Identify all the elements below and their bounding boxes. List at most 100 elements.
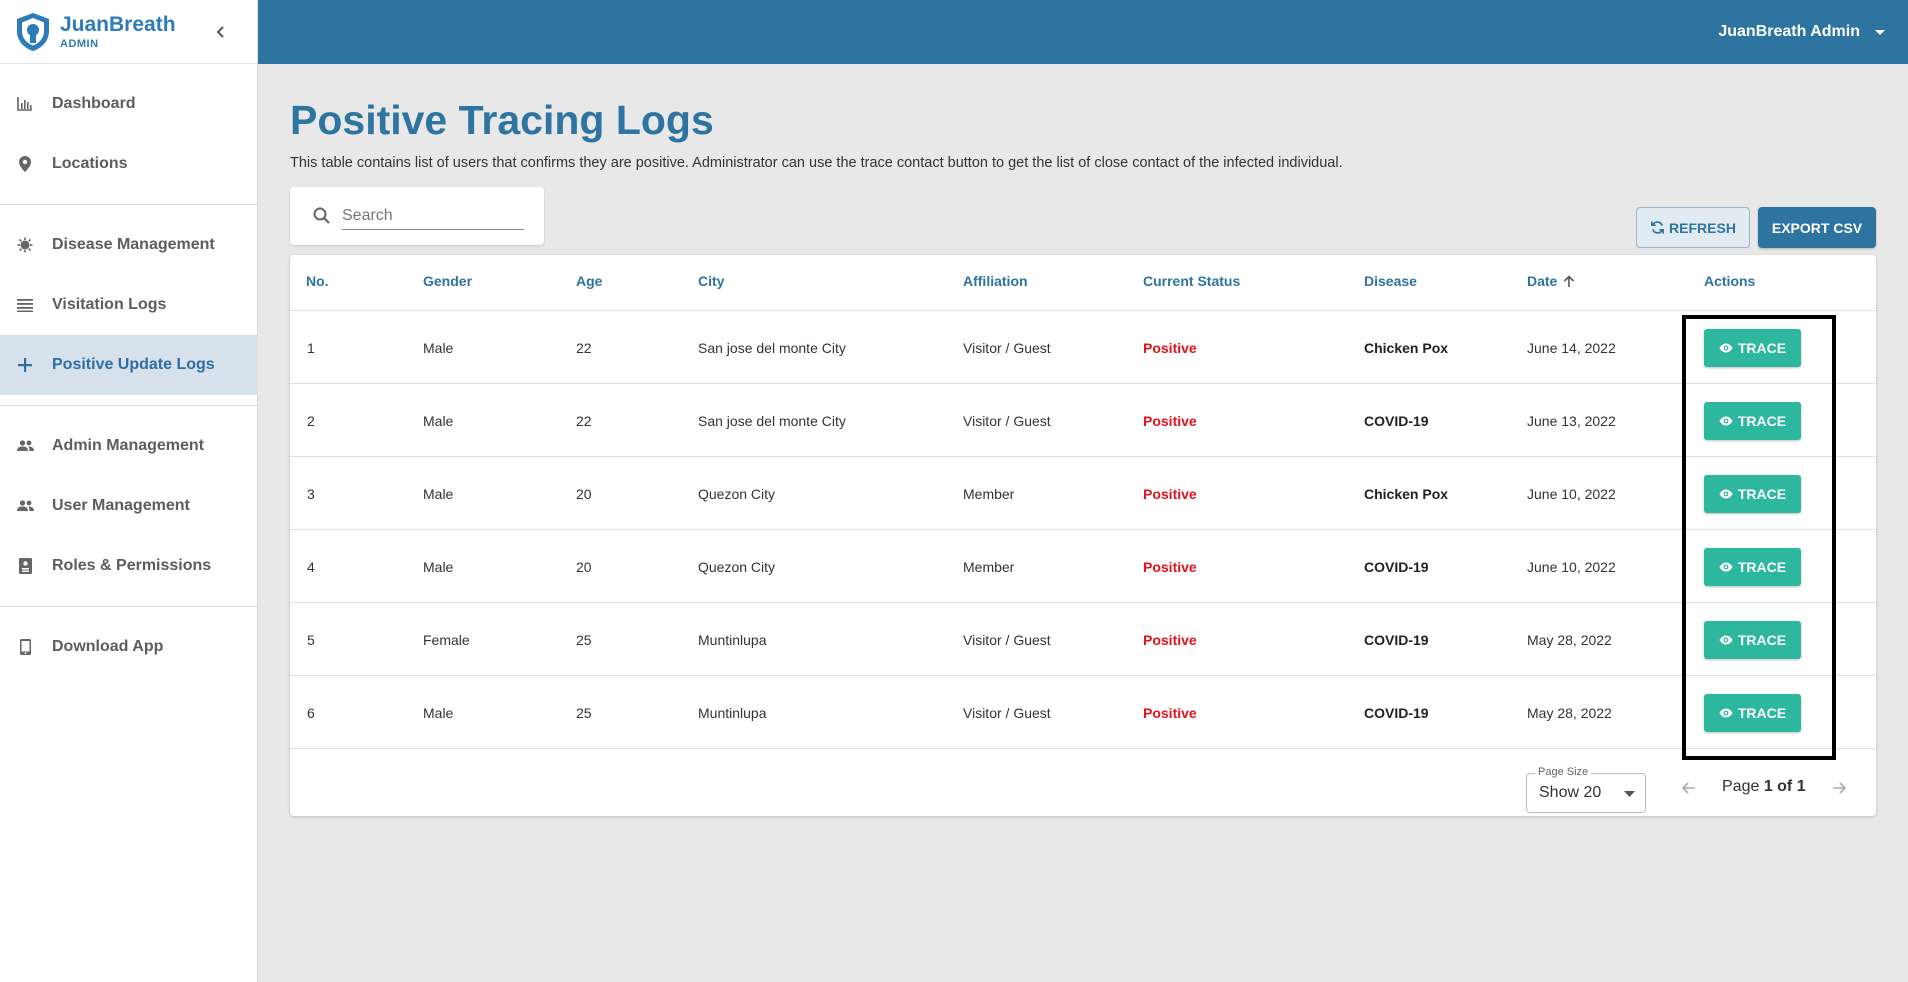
caret-down-icon bbox=[1624, 791, 1635, 797]
column-header-affiliation[interactable]: Affiliation bbox=[963, 273, 1028, 289]
cell-date: May 28, 2022 bbox=[1527, 631, 1612, 648]
brand-name: JuanBreath bbox=[60, 12, 176, 36]
cell-city: Muntinlupa bbox=[698, 631, 767, 648]
cell-date: June 14, 2022 bbox=[1527, 339, 1616, 356]
cell-date: June 10, 2022 bbox=[1527, 485, 1616, 502]
sidebar-item-visitation-logs[interactable]: Visitation Logs bbox=[0, 275, 257, 335]
sidebar-item-locations[interactable]: Locations bbox=[0, 134, 257, 194]
trace-button[interactable]: TRACE bbox=[1704, 693, 1801, 732]
cell-gender: Male bbox=[423, 704, 454, 721]
trace-button[interactable]: TRACE bbox=[1704, 620, 1801, 659]
eye-icon bbox=[1719, 635, 1733, 644]
column-header-disease[interactable]: Disease bbox=[1364, 273, 1417, 289]
table-header: No. Gender Age City Affiliation Current … bbox=[290, 255, 1876, 311]
search-box bbox=[290, 187, 544, 245]
arrow-left-icon[interactable] bbox=[1682, 782, 1696, 794]
cell-actions: TRACE bbox=[1704, 530, 1801, 603]
sidebar-item-label: Dashboard bbox=[52, 95, 136, 112]
cell-disease: COVID-19 bbox=[1364, 558, 1429, 575]
badge-icon bbox=[16, 557, 34, 575]
trace-button[interactable]: TRACE bbox=[1704, 328, 1801, 367]
column-header-current-status[interactable]: Current Status bbox=[1143, 273, 1240, 289]
cell-actions: TRACE bbox=[1704, 311, 1801, 384]
people-icon bbox=[16, 497, 34, 515]
positive-logs-table: No. Gender Age City Affiliation Current … bbox=[290, 255, 1876, 816]
table-row: 4 Male 20 Quezon City Member Positive COVID-19… bbox=[290, 530, 1876, 603]
chevron-left-icon bbox=[216, 26, 224, 38]
refresh-label: REFRESH bbox=[1669, 219, 1736, 236]
trace-label: TRACE bbox=[1737, 485, 1787, 502]
column-header-age[interactable]: Age bbox=[576, 273, 602, 289]
phone-icon bbox=[16, 638, 34, 656]
cell-status: Positive bbox=[1143, 412, 1197, 429]
collapse-sidebar-button[interactable] bbox=[209, 20, 233, 44]
sidebar: JuanBreath ADMIN Dashboard Locations Dis… bbox=[0, 0, 258, 982]
cell-status: Positive bbox=[1143, 631, 1197, 648]
cell-no: 4 bbox=[307, 558, 315, 575]
cell-no: 2 bbox=[307, 412, 315, 429]
trace-label: TRACE bbox=[1737, 339, 1787, 356]
admin-account-menu[interactable]: JuanBreath Admin bbox=[1718, 0, 1886, 64]
trace-label: TRACE bbox=[1737, 412, 1787, 429]
cell-city: San jose del monte City bbox=[698, 339, 846, 356]
cell-date: June 10, 2022 bbox=[1527, 558, 1616, 575]
main-content: Positive Tracing Logs This table contain… bbox=[290, 64, 1876, 816]
cell-no: 3 bbox=[307, 485, 315, 502]
sidebar-item-admin-management[interactable]: Admin Management bbox=[0, 416, 257, 476]
cell-status: Positive bbox=[1143, 558, 1197, 575]
sidebar-item-label: Admin Management bbox=[52, 437, 205, 454]
sidebar-item-label: Disease Management bbox=[52, 236, 215, 253]
search-input[interactable] bbox=[342, 202, 524, 230]
export-csv-button[interactable]: EXPORT CSV bbox=[1758, 207, 1876, 248]
sort-ascending-icon bbox=[1564, 274, 1575, 287]
cell-gender: Female bbox=[423, 631, 470, 648]
eye-icon bbox=[1719, 416, 1733, 425]
nav-group-logs: Disease Management Visitation Logs Posit… bbox=[0, 205, 257, 406]
eye-icon bbox=[1719, 489, 1733, 498]
cell-age: 25 bbox=[576, 631, 592, 648]
sidebar-item-positive-update-logs[interactable]: Positive Update Logs bbox=[0, 335, 257, 395]
refresh-button[interactable]: REFRESH bbox=[1636, 207, 1750, 248]
shield-logo-icon bbox=[17, 12, 49, 51]
table-row: 5 Female 25 Muntinlupa Visitor / Guest Positi… bbox=[290, 603, 1876, 676]
column-header-gender[interactable]: Gender bbox=[423, 273, 472, 289]
brand-subtitle: ADMIN bbox=[60, 37, 99, 50]
trace-button[interactable]: TRACE bbox=[1704, 474, 1801, 513]
eye-icon bbox=[1719, 708, 1733, 717]
sidebar-item-disease-management[interactable]: Disease Management bbox=[0, 215, 257, 275]
page-size-select[interactable]: Page Size Show 20 bbox=[1526, 766, 1646, 813]
cell-status: Positive bbox=[1143, 704, 1197, 721]
nav-group-main: Dashboard Locations bbox=[0, 64, 257, 205]
column-header-actions: Actions bbox=[1704, 273, 1756, 289]
cell-status: Positive bbox=[1143, 485, 1197, 502]
sidebar-item-label: User Management bbox=[52, 497, 190, 514]
brand-header: JuanBreath ADMIN bbox=[0, 0, 257, 64]
page-description: This table contains list of users that c… bbox=[290, 155, 1343, 171]
nav-group-download: Download App bbox=[0, 607, 257, 687]
sidebar-item-label: Locations bbox=[52, 155, 128, 172]
cell-affiliation: Visitor / Guest bbox=[963, 412, 1051, 429]
column-header-city[interactable]: City bbox=[698, 273, 724, 289]
sidebar-item-dashboard[interactable]: Dashboard bbox=[0, 74, 257, 134]
page-size-label: Page Size bbox=[1535, 766, 1592, 778]
virus-icon bbox=[16, 236, 34, 254]
trace-button[interactable]: TRACE bbox=[1704, 547, 1801, 586]
cell-gender: Male bbox=[423, 412, 454, 429]
page-indicator: Page 1 of 1 bbox=[1722, 778, 1806, 796]
cell-actions: TRACE bbox=[1704, 384, 1801, 457]
sidebar-item-roles-permissions[interactable]: Roles & Permissions bbox=[0, 536, 257, 596]
sidebar-item-download-app[interactable]: Download App bbox=[0, 617, 257, 677]
cell-affiliation: Member bbox=[963, 485, 1015, 502]
trace-button[interactable]: TRACE bbox=[1704, 401, 1801, 440]
column-header-date[interactable]: Date bbox=[1527, 273, 1575, 289]
arrow-right-icon[interactable] bbox=[1832, 782, 1846, 794]
cell-gender: Male bbox=[423, 485, 454, 502]
trace-label: TRACE bbox=[1737, 631, 1787, 648]
export-csv-label: EXPORT CSV bbox=[1771, 219, 1863, 236]
sidebar-item-user-management[interactable]: User Management bbox=[0, 476, 257, 536]
trace-label: TRACE bbox=[1737, 704, 1787, 721]
column-header-no[interactable]: No. bbox=[306, 273, 329, 289]
cell-age: 22 bbox=[576, 412, 592, 429]
refresh-icon bbox=[1651, 221, 1665, 234]
eye-icon bbox=[1719, 562, 1733, 571]
